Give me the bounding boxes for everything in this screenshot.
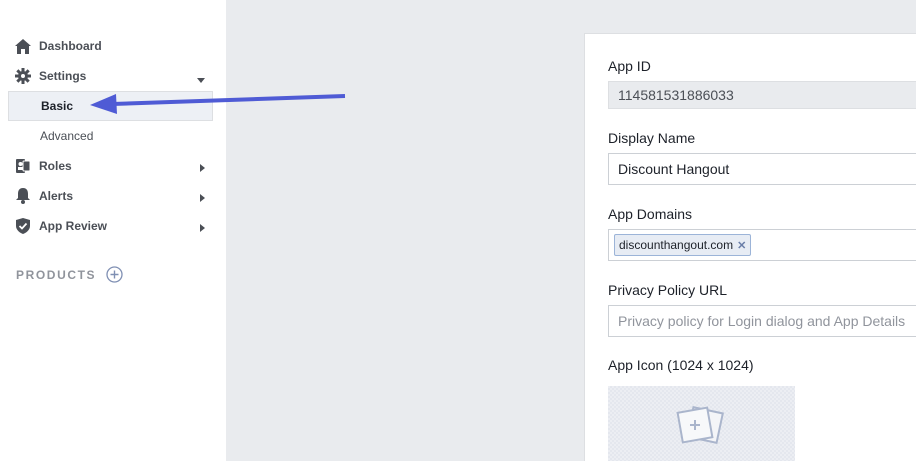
caret-right-icon xyxy=(200,161,205,175)
caret-down-icon xyxy=(197,72,205,86)
privacy-policy-label: Privacy Policy URL xyxy=(608,282,728,298)
bell-icon xyxy=(14,187,32,205)
sidebar-item-label: App Review xyxy=(39,219,108,233)
home-icon xyxy=(14,37,32,55)
products-section: PRODUCTS xyxy=(16,266,123,283)
app-icon-upload[interactable] xyxy=(608,386,795,461)
sidebar-item-label: Roles xyxy=(39,159,72,173)
app-id-field: 114581531886033 xyxy=(608,81,916,109)
display-name-label: Display Name xyxy=(608,130,696,146)
app-icon-label: App Icon (1024 x 1024) xyxy=(608,357,754,373)
sidebar-item-settings[interactable]: Settings xyxy=(8,61,213,91)
display-name-field[interactable]: Discount Hangout xyxy=(608,153,916,185)
app-domains-field[interactable]: discounthangout.com ✕ xyxy=(608,229,916,261)
domain-token-text: discounthangout.com xyxy=(619,238,734,252)
roles-icon xyxy=(14,157,32,175)
sidebar-item-label: Settings xyxy=(39,69,87,83)
basic-settings-panel: App ID 114581531886033 Display Name Disc… xyxy=(584,33,916,461)
sidebar-item-roles[interactable]: Roles xyxy=(8,151,213,181)
caret-right-icon xyxy=(200,191,205,205)
add-product-icon[interactable] xyxy=(106,266,123,283)
shield-icon xyxy=(14,217,32,235)
app-domains-label: App Domains xyxy=(608,206,693,222)
sidebar: Dashboard Settings Basic Advanced Roles … xyxy=(0,0,226,461)
sidebar-item-app-review[interactable]: App Review xyxy=(8,211,213,241)
sidebar-subitem-label: Basic xyxy=(41,99,74,113)
gear-icon xyxy=(14,67,32,85)
privacy-policy-field[interactable]: Privacy policy for Login dialog and App … xyxy=(608,305,916,337)
image-upload-icon xyxy=(674,404,728,455)
sidebar-subitem-advanced[interactable]: Advanced xyxy=(8,121,213,151)
sidebar-item-label: Dashboard xyxy=(39,39,102,53)
sidebar-subitem-basic[interactable]: Basic xyxy=(8,91,213,121)
sidebar-item-label: Alerts xyxy=(39,189,74,203)
app-id-label: App ID xyxy=(608,58,651,74)
products-label: PRODUCTS xyxy=(16,267,97,282)
sidebar-item-alerts[interactable]: Alerts xyxy=(8,181,213,211)
sidebar-item-dashboard[interactable]: Dashboard xyxy=(8,31,213,61)
remove-token-icon[interactable]: ✕ xyxy=(737,239,746,252)
caret-right-icon xyxy=(200,221,205,235)
domain-token: discounthangout.com ✕ xyxy=(614,234,752,256)
sidebar-subitem-label: Advanced xyxy=(40,129,94,143)
